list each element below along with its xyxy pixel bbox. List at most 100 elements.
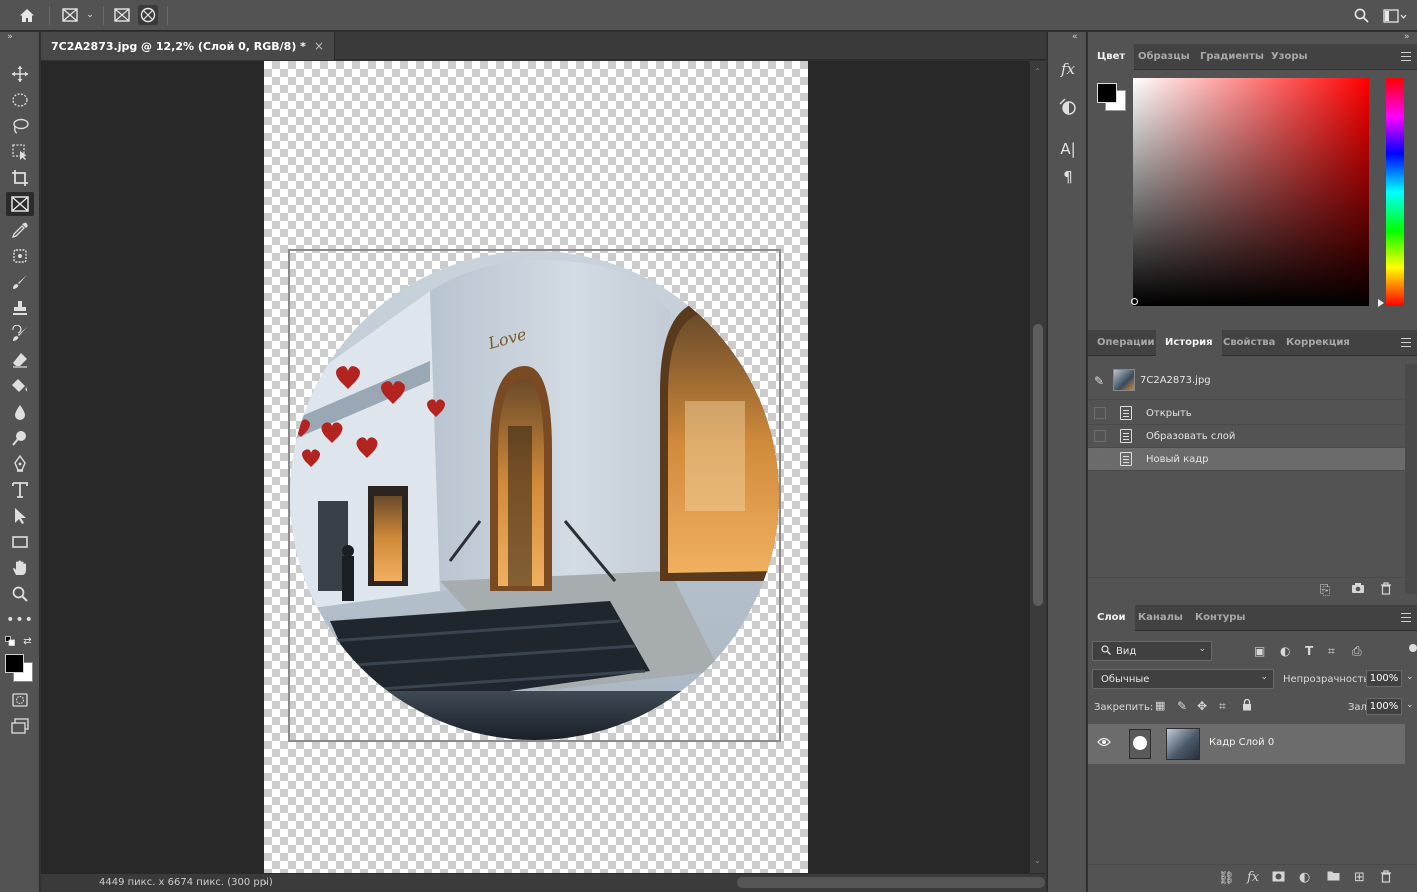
lock-image-icon[interactable]: ✎ xyxy=(1177,699,1187,713)
move-tool-icon[interactable] xyxy=(6,62,34,86)
pen-icon[interactable] xyxy=(6,452,34,476)
history-step[interactable]: Образовать слой xyxy=(1088,425,1405,448)
layer-style-fx-icon[interactable]: fx xyxy=(1247,870,1259,885)
default-colors-icon[interactable] xyxy=(5,636,15,646)
filter-toggle-icon[interactable] xyxy=(1409,644,1417,652)
filter-pixel-icon[interactable]: ▣ xyxy=(1254,644,1265,658)
tab-adjustments[interactable]: Коррекция xyxy=(1277,330,1359,356)
screen-mode-icon[interactable] xyxy=(6,714,34,738)
character-panel-icon[interactable]: A| xyxy=(1054,136,1082,162)
frame-ellipse-icon[interactable] xyxy=(138,5,158,25)
history-source-checkbox[interactable] xyxy=(1094,453,1106,465)
foreground-color-swatch[interactable] xyxy=(1097,83,1117,103)
vertical-scroll-thumb[interactable] xyxy=(1033,324,1043,606)
frame-tool-icon[interactable] xyxy=(60,6,80,24)
status-menu-arrow[interactable]: › xyxy=(263,876,267,889)
type-tool-icon[interactable] xyxy=(6,478,34,502)
tab-color[interactable]: Цвет xyxy=(1088,44,1135,70)
search-icon[interactable] xyxy=(1351,6,1371,25)
camera-snapshot-icon[interactable] xyxy=(1351,582,1365,598)
scroll-up-icon[interactable]: ⌃ xyxy=(1034,67,1041,76)
more-tools-icon[interactable]: ••• xyxy=(6,608,34,632)
frame-rect-icon[interactable] xyxy=(112,6,132,24)
new-group-icon[interactable] xyxy=(1327,870,1340,885)
history-source-checkbox[interactable] xyxy=(1094,407,1106,419)
tab-history[interactable]: История xyxy=(1156,330,1222,356)
path-select-icon[interactable] xyxy=(6,504,34,528)
panel-menu-icon[interactable] xyxy=(1401,52,1411,61)
opacity-input[interactable]: 100% xyxy=(1366,670,1402,687)
foreground-color-swatch[interactable] xyxy=(5,654,24,673)
link-layers-icon[interactable]: ⛓ xyxy=(1218,871,1235,886)
lock-all-icon[interactable] xyxy=(1242,698,1252,714)
paint-bucket-icon[interactable] xyxy=(6,374,34,398)
history-step-selected[interactable]: Новый кадр xyxy=(1088,448,1405,471)
hand-tool-icon[interactable] xyxy=(6,556,34,580)
zoom-tool-icon[interactable] xyxy=(6,582,34,606)
frame-thumbnail[interactable] xyxy=(1129,729,1151,759)
lock-artboard-icon[interactable]: ⌗ xyxy=(1219,699,1226,714)
tab-gradients[interactable]: Градиенты xyxy=(1191,44,1273,70)
history-brush-icon[interactable] xyxy=(6,322,34,346)
frame-tool-icon[interactable] xyxy=(6,192,34,216)
swap-colors-icon[interactable]: ⇄ xyxy=(22,636,33,647)
dodge-icon[interactable] xyxy=(6,426,34,450)
brush-icon[interactable] xyxy=(6,270,34,294)
styles-fx-icon[interactable]: fx xyxy=(1054,56,1082,82)
tab-actions[interactable]: Операции xyxy=(1088,330,1164,356)
tab-swatches[interactable]: Образцы xyxy=(1129,44,1199,70)
filter-smart-object-icon[interactable]: ⎙ xyxy=(1352,644,1362,659)
lasso-icon[interactable] xyxy=(6,114,34,138)
framed-photo[interactable]: Love xyxy=(290,251,779,740)
filter-type-icon[interactable]: T xyxy=(1305,644,1313,658)
history-source-checkbox[interactable] xyxy=(1094,430,1106,442)
home-icon[interactable] xyxy=(16,6,38,24)
panel-menu-icon[interactable] xyxy=(1401,338,1411,347)
new-layer-icon[interactable]: ⊞ xyxy=(1354,870,1365,885)
filter-shape-icon[interactable]: ⌗ xyxy=(1328,644,1335,659)
tab-channels[interactable]: Каналы xyxy=(1129,605,1192,631)
crop-icon[interactable] xyxy=(6,166,34,190)
eraser-icon[interactable] xyxy=(6,348,34,372)
layer-name[interactable]: Кадр Слой 0 xyxy=(1209,737,1274,748)
layer-filter-select[interactable]: Вид ⌄ xyxy=(1092,641,1212,661)
healing-brush-icon[interactable] xyxy=(6,244,34,268)
lock-position-icon[interactable]: ✥ xyxy=(1197,699,1207,713)
layer-row[interactable]: Кадр Слой 0 xyxy=(1088,724,1405,764)
visibility-eye-icon[interactable] xyxy=(1097,737,1111,750)
chevron-down-icon[interactable]: ⌄ xyxy=(1406,700,1414,710)
history-scrollbar[interactable] xyxy=(1405,364,1417,594)
ellipse-marquee-icon[interactable] xyxy=(6,88,34,112)
paragraph-panel-icon[interactable]: ¶ xyxy=(1054,164,1082,190)
quick-mask-icon[interactable] xyxy=(6,688,34,712)
filter-adjustment-icon[interactable]: ◐ xyxy=(1280,644,1290,658)
tab-properties[interactable]: Свойства xyxy=(1214,330,1284,356)
object-select-icon[interactable] xyxy=(6,140,34,164)
horizontal-scrollbar[interactable] xyxy=(281,874,1045,892)
horizontal-scroll-thumb[interactable] xyxy=(737,877,1045,888)
scroll-down-icon[interactable]: ⌄ xyxy=(1034,856,1041,865)
collapse-arrows-icon[interactable]: « xyxy=(1072,32,1078,42)
collapse-arrows-icon[interactable]: » xyxy=(1404,32,1410,42)
blend-mode-select[interactable]: Обычные ⌄ xyxy=(1092,669,1274,689)
trash-icon[interactable] xyxy=(1380,582,1392,599)
workspace-icon[interactable] xyxy=(1381,6,1409,25)
history-brush-source-icon[interactable]: ✎ xyxy=(1094,374,1104,388)
color-field[interactable] xyxy=(1133,78,1369,306)
new-document-from-state-icon[interactable]: ⎘ xyxy=(1320,583,1330,598)
collapse-arrows-icon[interactable]: » xyxy=(4,32,16,42)
trash-icon[interactable] xyxy=(1380,870,1392,887)
add-mask-icon[interactable] xyxy=(1272,871,1285,886)
color-picker-marker[interactable] xyxy=(1131,298,1138,305)
hue-slider-handle[interactable] xyxy=(1378,299,1384,307)
vertical-scrollbar[interactable]: ⌃ ⌄ xyxy=(1030,61,1046,873)
canvas-area[interactable]: Love xyxy=(41,61,1030,873)
adjustment-layer-icon[interactable]: ◐ xyxy=(1299,870,1310,885)
tab-paths[interactable]: Контуры xyxy=(1186,605,1254,631)
history-step[interactable]: Открыть xyxy=(1088,402,1405,425)
panel-menu-icon[interactable] xyxy=(1401,613,1411,622)
stamp-icon[interactable] xyxy=(6,296,34,320)
tab-layers[interactable]: Слои xyxy=(1088,605,1135,631)
chevron-down-icon[interactable]: ⌄ xyxy=(1406,672,1414,682)
history-snapshot-row[interactable]: ✎ 7C2A2873.jpg xyxy=(1088,364,1405,400)
